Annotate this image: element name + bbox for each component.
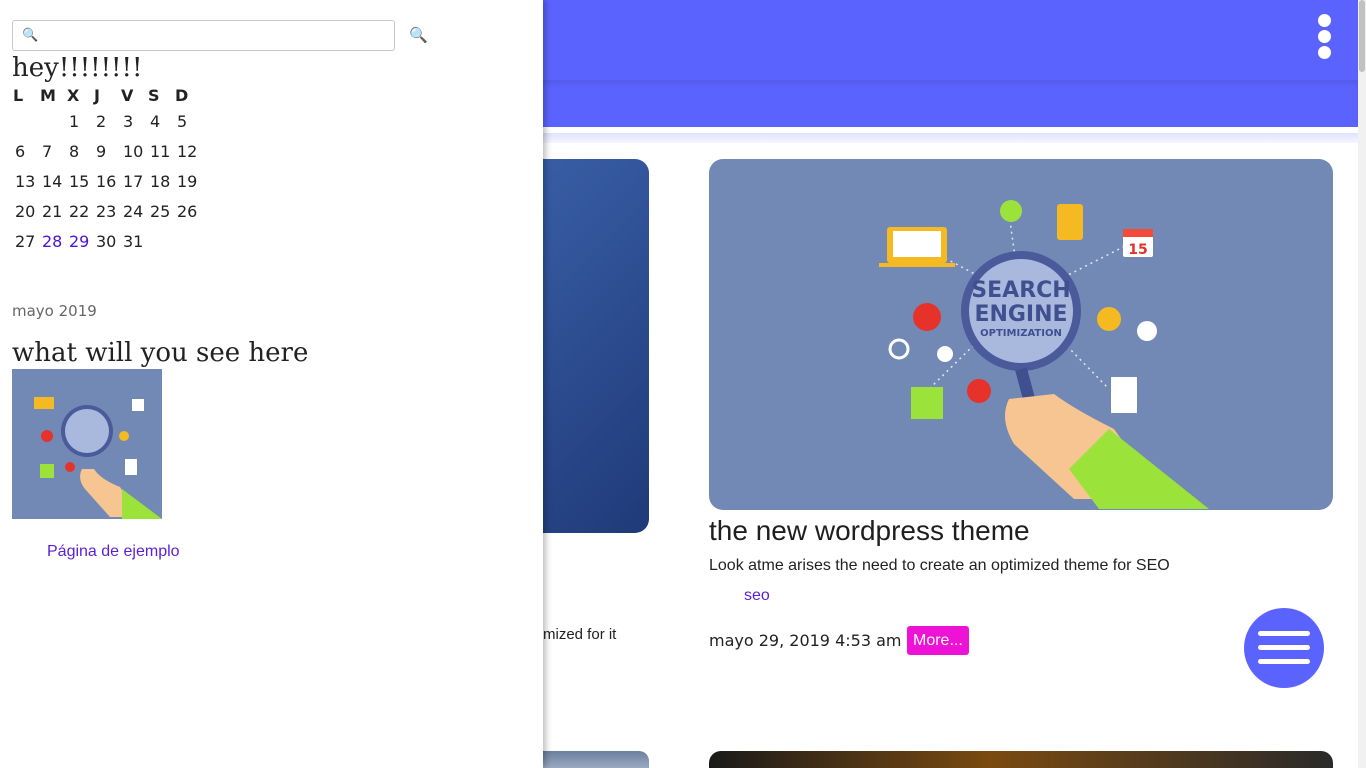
calendar-week-row: 20 21 22 23 24 25 26 <box>12 196 201 226</box>
calendar-day: 3 <box>123 111 134 131</box>
calendar-day: 19 <box>177 171 198 191</box>
calendar-empty-cell <box>39 106 66 136</box>
calendar-week-row: 6 7 8 9 10 11 12 <box>12 136 201 166</box>
calendar-day: 30 <box>96 231 117 251</box>
seo-thumbnail-image[interactable] <box>12 369 162 519</box>
calendar-day: 7 <box>42 141 53 161</box>
sidebar-drawer: 🔍 🔍 hey!!!!!!!! LMXJVSD 1 2 3 4 5 6 7 8 9 10 11 12 1… <box>0 0 543 768</box>
calendar-day: 15 <box>69 171 90 191</box>
calendar-weekday: J <box>94 85 100 105</box>
page-link-sample[interactable]: Página de ejemplo <box>47 543 180 561</box>
calendar-week-row: 13 14 15 16 17 18 19 <box>12 166 201 196</box>
calendar-day: 2 <box>96 111 107 131</box>
post-date: mayo 29, 2019 4:53 am <box>709 631 902 650</box>
calendar-empty-cell <box>147 226 174 256</box>
seo-word-3: OPTIMIZATION <box>980 328 1062 339</box>
calendar-weekday: M <box>40 85 56 105</box>
calendar-empty-cell <box>12 106 39 136</box>
calendar-weekday: V <box>121 85 134 105</box>
calendar-day[interactable]: 28 <box>39 226 66 256</box>
seo-word-1: SEARCH <box>971 278 1070 303</box>
post-title[interactable]: the new wordpress theme <box>709 515 1030 547</box>
previous-post-excerpt: mized for it <box>543 626 617 643</box>
page-scrollbar[interactable] <box>1358 0 1366 768</box>
search-input[interactable] <box>43 25 388 47</box>
calendar-day: 21 <box>42 201 63 221</box>
search-field[interactable]: 🔍 <box>12 20 395 51</box>
hamburger-line <box>1258 659 1310 664</box>
seo-word-2: ENGINE <box>974 302 1067 327</box>
calendar-day: 8 <box>69 141 80 161</box>
seo-illustration: SEARCH ENGINE OPTIMIZATION 15 <box>879 200 1209 509</box>
calendar-weekday: S <box>148 85 160 105</box>
read-more-button[interactable]: More... <box>907 626 969 655</box>
calendar-day: 14 <box>42 171 63 191</box>
next-post-image-left[interactable] <box>543 751 649 768</box>
calendar-day: 13 <box>15 171 36 191</box>
post-category-link[interactable]: seo <box>744 587 770 605</box>
calendar-day: 17 <box>123 171 144 191</box>
next-post-image-right[interactable] <box>709 751 1333 768</box>
calendar-day: 24 <box>123 201 144 221</box>
search-submit-icon[interactable]: 🔍 <box>409 26 428 44</box>
calendar-weekday: L <box>13 85 24 105</box>
calendar-day[interactable]: 29 <box>66 226 93 256</box>
calendar-empty-cell <box>174 226 201 256</box>
calendar-day: 10 <box>123 141 144 161</box>
calendar-day: 26 <box>177 201 198 221</box>
calendar-table: LMXJVSD 1 2 3 4 5 6 7 8 9 10 11 12 13 14 15 16 17 18 19 20 2… <box>12 84 201 256</box>
calendar-day: 25 <box>150 201 171 221</box>
hamburger-line <box>1258 631 1310 636</box>
calendar-day: 5 <box>177 111 188 131</box>
calendar-month-caption: mayo 2019 <box>12 302 97 320</box>
more-options-icon[interactable] <box>1318 14 1332 62</box>
calendar-badge: 15 <box>1128 242 1147 258</box>
calendar-day: 4 <box>150 111 161 131</box>
calendar-day: 1 <box>69 111 80 131</box>
menu-fab-button[interactable] <box>1244 608 1324 688</box>
calendar-day: 20 <box>15 201 36 221</box>
calendar-day: 18 <box>150 171 171 191</box>
calendar-day: 6 <box>15 141 26 161</box>
calendar-week-row: 12345 <box>12 106 201 136</box>
calendar-day: 11 <box>150 141 171 161</box>
calendar-widget-title: hey!!!!!!!! <box>12 53 143 83</box>
calendar-day: 16 <box>96 171 117 191</box>
calendar-day: 31 <box>123 231 144 251</box>
calendar-day: 12 <box>177 141 198 161</box>
search-icon: 🔍 <box>22 28 39 43</box>
calendar-day: 27 <box>15 231 36 251</box>
calendar-weekday: X <box>67 85 80 105</box>
post-featured-image[interactable]: SEARCH ENGINE OPTIMIZATION 15 <box>709 159 1333 510</box>
calendar-day: 9 <box>96 141 107 161</box>
scrollbar-thumb[interactable] <box>1359 0 1365 72</box>
image-widget-title: what will you see here <box>12 338 309 368</box>
post-excerpt: Look atme arises the need to create an o… <box>709 557 1170 574</box>
calendar-day: 22 <box>69 201 90 221</box>
calendar-week-row: 27 28 29 30 31 <box>12 226 201 256</box>
calendar-weekday: D <box>175 85 189 105</box>
hamburger-line <box>1258 645 1310 650</box>
calendar-day: 23 <box>96 201 117 221</box>
seo-thumbnail-illustration <box>34 397 162 519</box>
